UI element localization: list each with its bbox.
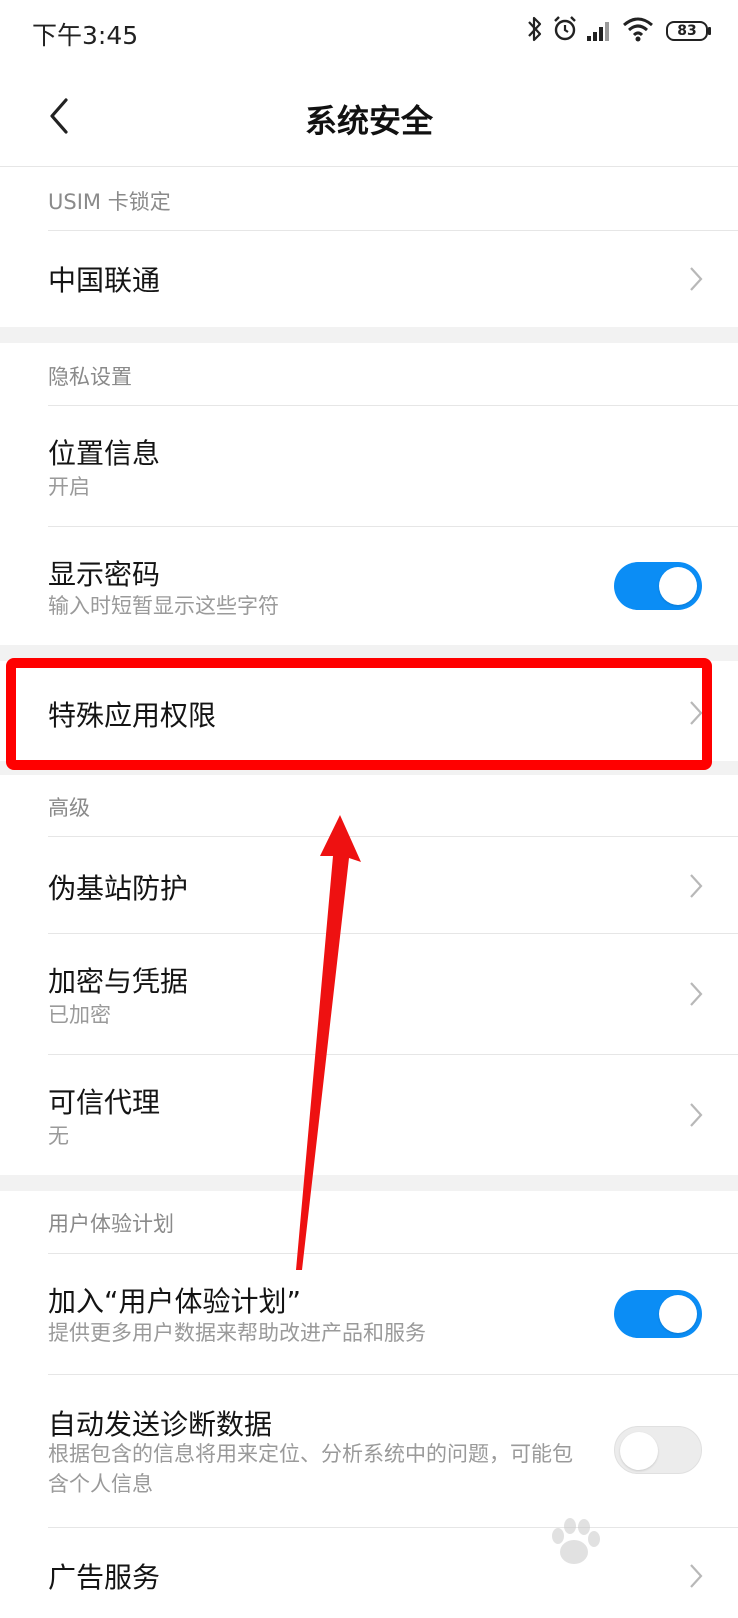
status-bar: 下午3:45 83 xyxy=(0,0,738,64)
list-item-location[interactable]: 位置信息 开启 xyxy=(0,406,738,526)
row-title: 显示密码 xyxy=(48,558,161,591)
section-header-privacy: 隐私设置 xyxy=(48,365,132,389)
chevron-right-icon xyxy=(690,1103,703,1127)
row-subtitle: 已加密 xyxy=(48,1003,111,1027)
battery-icon: 83 xyxy=(666,21,711,41)
row-title: 伪基站防护 xyxy=(48,872,189,905)
list-item-show-password: 显示密码 输入时短暂显示这些字符 xyxy=(0,527,738,645)
list-item-fake-base-station[interactable]: 伪基站防护 xyxy=(0,837,738,933)
row-title: 自动发送诊断数据 xyxy=(48,1408,273,1441)
page-title: 系统安全 xyxy=(304,102,433,140)
list-item-join-ux-plan: 加入“用户体验计划” 提供更多用户数据来帮助改进产品和服务 xyxy=(0,1254,738,1374)
header: 系统安全 xyxy=(0,64,738,168)
highlight-box xyxy=(6,658,712,770)
row-title: 广告服务 xyxy=(48,1561,161,1594)
list-item-trust-agents[interactable]: 可信代理 无 xyxy=(0,1055,738,1175)
row-title: 加密与凭据 xyxy=(48,965,189,998)
section-gap xyxy=(0,1175,738,1191)
toggle-knob xyxy=(620,1432,658,1470)
alarm-icon xyxy=(554,16,576,41)
row-title: 中国联通 xyxy=(48,264,161,297)
list-item-send-diagnostics: 自动发送诊断数据 根据包含的信息将用来定位、分析系统中的问题，可能包含个人信息 xyxy=(0,1375,738,1527)
battery-level: 83 xyxy=(677,23,697,39)
send-diagnostics-toggle[interactable] xyxy=(614,1426,702,1474)
show-password-toggle[interactable] xyxy=(614,562,702,610)
toggle-knob xyxy=(659,567,697,605)
join-ux-plan-toggle[interactable] xyxy=(614,1290,702,1338)
row-subtitle: 根据包含的信息将用来定位、分析系统中的问题，可能包含个人信息 xyxy=(48,1442,573,1496)
paw-icon xyxy=(552,1518,600,1564)
row-title: 位置信息 xyxy=(48,437,161,470)
list-item-carrier[interactable]: 中国联通 xyxy=(0,231,738,327)
row-title: 可信代理 xyxy=(48,1086,161,1119)
row-title: 加入“用户体验计划” xyxy=(48,1285,302,1318)
chevron-right-icon xyxy=(690,874,703,898)
chevron-right-icon xyxy=(690,267,703,291)
header-divider xyxy=(0,166,738,167)
signal-icon xyxy=(587,22,609,41)
bluetooth-icon xyxy=(528,16,542,42)
row-subtitle: 输入时短暂显示这些字符 xyxy=(48,594,279,618)
row-subtitle: 提供更多用户数据来帮助改进产品和服务 xyxy=(48,1321,426,1345)
baidu-watermark xyxy=(514,1514,714,1574)
chevron-right-icon xyxy=(690,982,703,1006)
section-gap xyxy=(0,327,738,343)
toggle-knob xyxy=(659,1295,697,1333)
wifi-icon xyxy=(623,17,653,42)
section-header-ux-plan: 用户体验计划 xyxy=(48,1212,174,1236)
section-header-usim: USIM 卡锁定 xyxy=(48,190,171,214)
status-icons: 83 xyxy=(526,14,716,48)
status-time: 下午3:45 xyxy=(32,21,139,50)
list-item-encryption[interactable]: 加密与凭据 已加密 xyxy=(0,934,738,1054)
row-subtitle: 开启 xyxy=(48,475,90,499)
row-subtitle: 无 xyxy=(48,1124,69,1148)
section-header-advanced: 高级 xyxy=(48,796,90,820)
